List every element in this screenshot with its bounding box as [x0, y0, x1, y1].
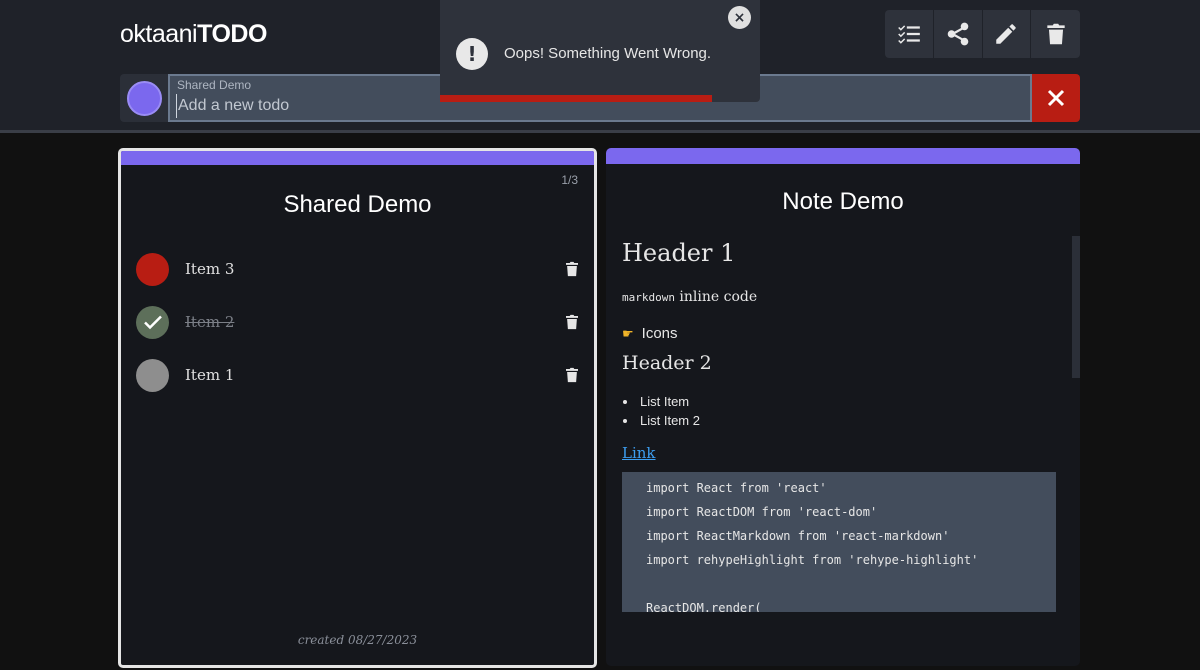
paragraph-text: inline code: [674, 289, 758, 305]
todo-toggle[interactable]: [136, 305, 169, 339]
toast-close-button[interactable]: ×: [728, 6, 751, 29]
todo-toggle[interactable]: [136, 252, 169, 286]
list-item: List Item 2: [638, 413, 1062, 428]
edit-button[interactable]: [983, 10, 1032, 58]
error-toast: × ! Oops! Something Went Wrong.: [440, 0, 760, 102]
code-line: import ReactDOM from 'react-dom': [646, 505, 878, 519]
todo-item: Item 1: [136, 357, 581, 393]
list-item: List Item: [638, 394, 1062, 409]
pointing-hand-icon: ☛: [622, 325, 634, 341]
list-title: Shared Demo: [283, 191, 432, 218]
trash-icon: [1046, 23, 1065, 45]
note-card[interactable]: Note Demo Header 1 markdown inline code …: [606, 148, 1080, 666]
delete-todo-button[interactable]: [563, 260, 581, 278]
logo-bold-text: TODO: [197, 20, 267, 48]
note-title: Note Demo: [782, 188, 904, 215]
icons-line: ☛ Icons: [622, 325, 1062, 342]
note-scrollbar[interactable]: [1072, 236, 1080, 378]
toast-progress-bar: [440, 95, 712, 102]
list-name-label: Shared Demo: [177, 78, 252, 92]
clear-input-button[interactable]: [1032, 74, 1080, 122]
toolbar: [885, 10, 1080, 58]
todo-list-card[interactable]: 1/3 Shared Demo Item 3 Item 2 Item 1 cre…: [118, 148, 597, 668]
completion-counter: 1/3: [561, 173, 578, 187]
trash-icon: [566, 261, 578, 277]
todo-item: Item 3: [136, 251, 581, 287]
markdown-paragraph: markdown inline code: [622, 289, 1062, 305]
app-logo: oktaaniTODO: [120, 20, 267, 49]
toast-message: Oops! Something Went Wrong.: [504, 45, 712, 62]
icons-text: Icons: [641, 325, 678, 342]
code-line: import rehypeHighlight from 'rehype-high…: [646, 553, 979, 567]
card-color-bar: [121, 151, 594, 165]
todo-toggle[interactable]: [136, 358, 169, 392]
list-color-swatch: [126, 80, 162, 116]
created-date: created 08/27/2023: [297, 633, 418, 647]
code-block: import React from 'react' import ReactDO…: [622, 472, 1056, 612]
share-button[interactable]: [934, 10, 983, 58]
trash-icon: [566, 367, 578, 383]
todo-label: Item 1: [185, 366, 235, 384]
code-line: import React from 'react': [646, 481, 827, 495]
markdown-link[interactable]: Link: [622, 444, 1062, 462]
markdown-list: List Item List Item 2: [638, 394, 1062, 428]
close-icon: [1047, 89, 1065, 107]
card-color-bar: [606, 148, 1080, 164]
delete-todo-button[interactable]: [563, 366, 581, 384]
todo-item: Item 2: [136, 304, 581, 340]
list-color-picker[interactable]: [120, 74, 168, 122]
share-icon: [947, 22, 968, 46]
note-markdown-body: Header 1 markdown inline code ☛ Icons Hea…: [622, 236, 1062, 666]
todo-label: Item 3: [185, 260, 235, 278]
code-line: ReactDOM.render(: [646, 601, 762, 612]
markdown-header-2: Header 2: [622, 352, 712, 374]
logo-light-text: oktaani: [120, 20, 198, 48]
check-icon: [143, 315, 162, 330]
checklist-button[interactable]: [885, 10, 934, 58]
delete-list-button[interactable]: [1031, 10, 1080, 58]
todo-label: Item 2: [185, 313, 235, 331]
inline-code: markdown: [622, 291, 675, 304]
markdown-header-1: Header 1: [622, 239, 736, 267]
code-line: import ReactMarkdown from 'react-markdow…: [646, 529, 950, 543]
trash-icon: [566, 314, 578, 330]
exclamation-icon: !: [456, 38, 488, 70]
pencil-icon: [996, 24, 1017, 44]
delete-todo-button[interactable]: [563, 313, 581, 331]
checklist-icon: [898, 25, 920, 44]
